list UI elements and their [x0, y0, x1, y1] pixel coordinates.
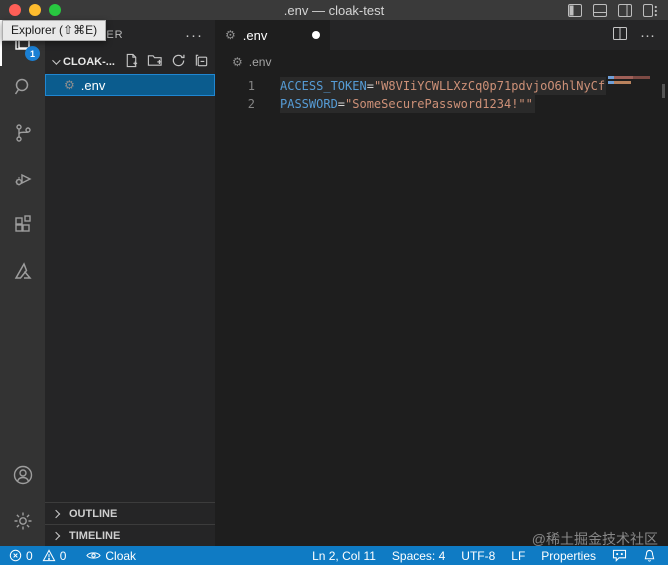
close-button[interactable]: [9, 4, 21, 16]
eol-status[interactable]: LF: [511, 549, 525, 563]
cursor-position-status[interactable]: Ln 2, Col 11: [312, 549, 376, 563]
source-control-icon: [11, 121, 35, 150]
zoom-button[interactable]: [49, 4, 61, 16]
more-actions-icon[interactable]: ···: [640, 27, 655, 44]
file-item-label: .env: [80, 77, 106, 93]
modified-dot-icon[interactable]: [312, 31, 320, 39]
activitybar-item-settings[interactable]: [0, 500, 45, 546]
tab-env[interactable]: ⚙ .env: [215, 20, 330, 50]
activitybar-item-source-control[interactable]: [0, 112, 45, 158]
timeline-section-header[interactable]: TIMELINE: [45, 524, 215, 546]
eye-icon: [86, 550, 102, 561]
notifications-bell-icon[interactable]: [643, 549, 656, 563]
editor-group: ⚙ .env ··· ⚙ .env 1 ACCESS_TOKEN="W8VIiYC…: [215, 20, 668, 546]
activitybar-item-search[interactable]: [0, 66, 45, 112]
refresh-icon[interactable]: [171, 53, 186, 71]
customize-layout-icon[interactable]: [643, 3, 658, 17]
code-line-2: 2 PASSWORD="SomeSecurePassword1234!"": [215, 95, 668, 113]
new-folder-icon[interactable]: [147, 53, 163, 71]
chevron-right-icon: [51, 509, 61, 518]
problems-status[interactable]: 0 0: [9, 549, 66, 563]
activitybar-item-accounts[interactable]: [0, 454, 45, 500]
outline-section-header[interactable]: OUTLINE: [45, 502, 215, 524]
status-bar: 0 0 Cloak Ln 2, Col 11 Spaces: 4 UTF-8 L…: [0, 546, 668, 565]
settings-gear-icon: [11, 509, 35, 538]
gear-file-icon: ⚙: [64, 78, 75, 92]
outline-section-label: OUTLINE: [69, 507, 118, 520]
chevron-right-icon: [51, 531, 61, 540]
tab-bar: ⚙ .env ···: [215, 20, 668, 50]
cloak-toggle[interactable]: Cloak: [86, 549, 136, 563]
code-line-1: 1 ACCESS_TOKEN="W8VIiYCWLLXzCq0p71pdvjoO6…: [215, 77, 668, 95]
explorer-tooltip: Explorer (⇧⌘E): [2, 20, 107, 41]
titlebar: .env — cloak-test: [0, 0, 668, 20]
traffic-lights: [0, 4, 61, 16]
activitybar-item-extensions[interactable]: [0, 204, 45, 250]
folder-section-header[interactable]: CLOAK-...: [45, 50, 215, 74]
extensions-icon: [11, 213, 35, 242]
line-number: 2: [247, 97, 255, 111]
toggle-panel-icon[interactable]: [593, 3, 607, 17]
run-debug-icon: [11, 167, 35, 196]
file-item-env[interactable]: ⚙ .env: [45, 74, 215, 96]
toggle-sidebar-icon[interactable]: [568, 3, 582, 17]
env-key: PASSWORD: [280, 97, 338, 111]
breadcrumb-item: .env: [248, 55, 272, 69]
vscode-window: .env — cloak-test 1 ··· CLOAK-... ⚙ .env…: [0, 0, 668, 565]
more-actions-icon[interactable]: ···: [185, 27, 203, 44]
tab-label: .env: [242, 27, 268, 43]
new-file-icon[interactable]: [124, 53, 139, 71]
gear-file-icon: ⚙: [232, 55, 243, 69]
folder-section-label: CLOAK-...: [63, 56, 115, 68]
breadcrumb[interactable]: ⚙ .env: [215, 50, 668, 74]
env-value: "SomeSecurePassword1234!"": [345, 97, 533, 111]
env-key: ACCESS_TOKEN: [280, 79, 367, 93]
collapse-all-icon[interactable]: [194, 53, 209, 71]
activity-bar: 1: [0, 20, 45, 546]
activitybar-item-run-debug[interactable]: [0, 158, 45, 204]
line-number: 1: [247, 79, 255, 93]
language-mode-status[interactable]: Properties: [541, 549, 596, 563]
minimize-button[interactable]: [29, 4, 41, 16]
gear-file-icon: ⚙: [225, 28, 236, 42]
minimap[interactable]: [606, 74, 668, 546]
timeline-section-label: TIMELINE: [69, 529, 121, 542]
error-icon: [9, 549, 22, 562]
account-icon: [11, 463, 35, 492]
azure-icon: [11, 259, 35, 288]
encoding-status[interactable]: UTF-8: [461, 549, 495, 563]
feedback-icon[interactable]: [612, 549, 627, 562]
minimap-line: [608, 81, 642, 84]
scrollbar-slider[interactable]: [662, 84, 665, 98]
explorer-sidebar: EXPLORER ··· CLOAK-...: [45, 20, 215, 546]
indentation-status[interactable]: Spaces: 4: [392, 549, 445, 563]
split-editor-icon[interactable]: [613, 26, 627, 44]
search-icon: [11, 75, 35, 104]
toggle-secondary-sidebar-icon[interactable]: [618, 3, 632, 17]
explorer-badge: 1: [25, 46, 40, 61]
code-editor[interactable]: 1 ACCESS_TOKEN="W8VIiYCWLLXzCq0p71pdvjoO6…: [215, 74, 668, 546]
env-value: "W8VIiYCWLLXzCq0p71pdvjoO6hlNyCf: [373, 79, 606, 93]
chevron-down-icon: [52, 56, 61, 65]
minimap-line: [608, 76, 650, 79]
activitybar-item-azure[interactable]: [0, 250, 45, 296]
warning-icon: [42, 549, 56, 562]
